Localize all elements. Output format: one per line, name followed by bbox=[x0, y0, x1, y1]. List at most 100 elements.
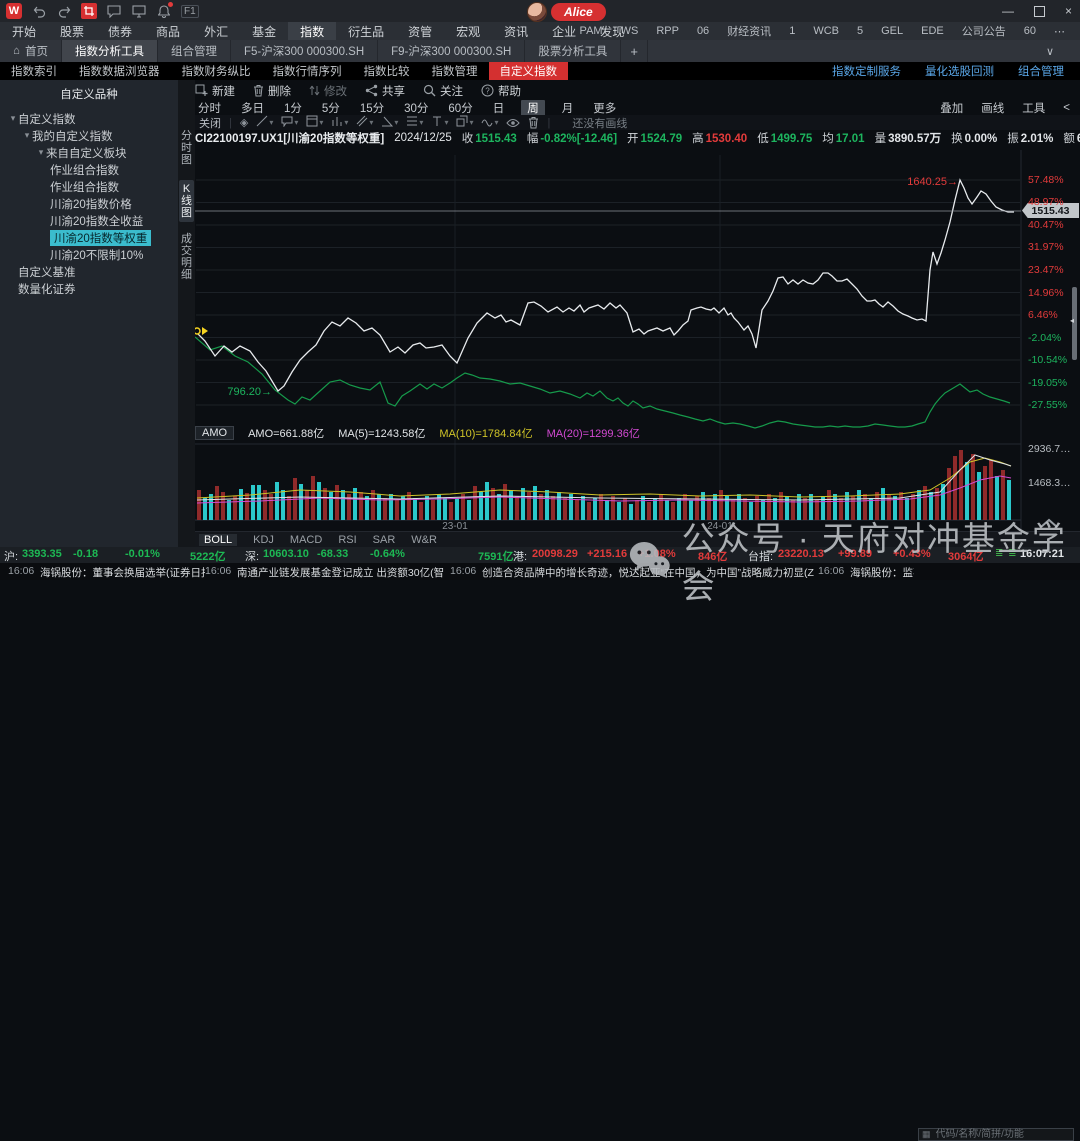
tree-expand-icon[interactable]: ▾ bbox=[22, 130, 32, 141]
timeframe-button[interactable]: 日 bbox=[490, 100, 508, 116]
tree-item[interactable]: 自定义基准 bbox=[0, 263, 178, 280]
ticker-item[interactable]: 创造合资品牌中的增长奇迹，悦达起亚“在中国，为中国”战略威力初显(ZAKER) bbox=[482, 565, 814, 580]
menu-right-item[interactable]: ⋯ bbox=[1045, 25, 1074, 38]
add-tab-button[interactable]: + bbox=[621, 40, 648, 62]
tree-item[interactable]: 作业组合指数 bbox=[0, 161, 178, 178]
chat-icon[interactable] bbox=[106, 3, 122, 19]
timeframe-button[interactable]: 更多 bbox=[590, 100, 619, 116]
menu-right-item[interactable]: 5 bbox=[848, 25, 872, 37]
tree-expand-icon[interactable]: ▾ bbox=[8, 113, 18, 124]
tree-item[interactable]: 数量化证券 bbox=[0, 280, 178, 297]
marker-tool-icon[interactable]: ◈ bbox=[240, 116, 248, 129]
text-tool-button[interactable]: ▾ bbox=[431, 115, 448, 130]
trend-line-tool-button[interactable]: ▾ bbox=[256, 115, 273, 130]
ticker-item[interactable]: 南通产业链发展基金登记成立 出资额30亿(智通财经) bbox=[237, 565, 444, 580]
maximize-button[interactable] bbox=[1034, 6, 1045, 17]
timeframe-button[interactable]: 15分 bbox=[357, 100, 387, 116]
search-input[interactable] bbox=[934, 1128, 1070, 1141]
trash-icon[interactable] bbox=[528, 116, 539, 129]
overlay-control-button[interactable]: 画线 bbox=[981, 100, 1004, 116]
subtab[interactable]: 指数数据浏览器 bbox=[68, 62, 171, 80]
parallel-tool-button[interactable]: ▾ bbox=[356, 115, 373, 130]
help-button[interactable]: ?帮助 bbox=[481, 83, 521, 99]
angle-tool-button[interactable]: ▾ bbox=[381, 115, 398, 130]
menu-item[interactable]: 宏观 bbox=[444, 22, 492, 40]
subtab[interactable]: 指数比较 bbox=[353, 62, 421, 80]
menu-right-item[interactable]: PAM bbox=[571, 25, 612, 37]
f1-help-icon[interactable]: F1 bbox=[181, 5, 199, 18]
indicator-tab[interactable]: RSI bbox=[338, 534, 356, 546]
user-button[interactable]: Alice bbox=[551, 3, 606, 21]
indicator-tab[interactable]: KDJ bbox=[253, 534, 274, 546]
menu-item[interactable]: 外汇 bbox=[192, 22, 240, 40]
share-button[interactable]: 共享 bbox=[365, 83, 405, 99]
wave-tool-button[interactable]: ▾ bbox=[481, 115, 498, 130]
subtab[interactable]: 指数管理 bbox=[421, 62, 489, 80]
timeframe-button[interactable]: 多日 bbox=[238, 100, 267, 116]
menu-item[interactable]: 资讯 bbox=[492, 22, 540, 40]
subtab-link[interactable]: 量化选股回测 bbox=[925, 63, 994, 79]
undo-icon[interactable] bbox=[31, 3, 47, 19]
callout-tool-button[interactable]: ▾ bbox=[281, 115, 298, 130]
menu-right-item[interactable]: WS bbox=[612, 25, 648, 37]
workspace-tab[interactable]: F9-沪深300 000300.SH bbox=[378, 40, 525, 62]
notification-bell-icon[interactable] bbox=[156, 3, 172, 19]
tree-item[interactable]: 川渝20指数价格 bbox=[0, 195, 178, 212]
ticker-item[interactable]: 海锅股份：董事会换届选举(证券日报网) bbox=[40, 565, 205, 580]
ticker-item[interactable]: 海锅股份：监事会… bbox=[850, 565, 914, 580]
pane-tab[interactable]: K 线 图 bbox=[179, 180, 194, 222]
pane-tab[interactable]: 成 交 明 细 bbox=[179, 230, 194, 284]
subtab[interactable]: 自定义指数 bbox=[489, 62, 569, 80]
monitor-icon[interactable] bbox=[131, 3, 147, 19]
price-chart[interactable]: 23-0124-011640.25→796.20→ bbox=[195, 150, 1022, 532]
indicator-tab[interactable]: BOLL bbox=[199, 534, 237, 546]
redo-icon[interactable] bbox=[56, 3, 72, 19]
menu-right-item[interactable]: 财经资讯 bbox=[718, 23, 780, 39]
subtab[interactable]: 指数财务纵比 bbox=[171, 62, 262, 80]
menu-item[interactable]: 衍生品 bbox=[336, 22, 396, 40]
minimize-button[interactable]: — bbox=[1002, 4, 1014, 18]
tree-item[interactable]: 作业组合指数 bbox=[0, 178, 178, 195]
subtab-link[interactable]: 组合管理 bbox=[1018, 63, 1064, 79]
close-button[interactable]: × bbox=[1065, 4, 1072, 18]
menu-item[interactable]: 开始 bbox=[0, 22, 48, 40]
quick-search-box[interactable]: ▦ bbox=[918, 1128, 1074, 1141]
workspace-tab[interactable]: 组合管理 bbox=[158, 40, 231, 62]
search-button[interactable]: 关注 bbox=[423, 83, 463, 99]
scrollbar-arrow-icon[interactable]: ◂ bbox=[1070, 316, 1074, 325]
menu-right-item[interactable]: 60 bbox=[1015, 25, 1045, 37]
pane-tab[interactable]: 分 时 图 bbox=[179, 127, 194, 169]
menu-item[interactable]: 股票 bbox=[48, 22, 96, 40]
timeframe-button[interactable]: 月 bbox=[559, 100, 577, 116]
tree-item[interactable]: ▾来自自定义板块 bbox=[0, 144, 178, 161]
shapes-tool-button[interactable]: ▾ bbox=[456, 115, 473, 130]
menu-item[interactable]: 商品 bbox=[144, 22, 192, 40]
workspace-tab[interactable]: 股票分析工具 bbox=[525, 40, 621, 62]
menu-item[interactable]: 指数 bbox=[288, 22, 336, 40]
menu-right-item[interactable]: 公司公告 bbox=[953, 23, 1015, 39]
eye-icon[interactable] bbox=[506, 118, 520, 128]
new-button[interactable]: 新建 bbox=[195, 83, 235, 99]
menu-right-item[interactable]: WCB bbox=[804, 25, 848, 37]
overlay-control-button[interactable]: 工具 bbox=[1022, 100, 1045, 116]
menu-right-item[interactable]: 06 bbox=[688, 25, 718, 37]
menu-right-item[interactable]: RPP bbox=[647, 25, 688, 37]
indicator-tab[interactable]: SAR bbox=[373, 534, 396, 546]
subtab-link[interactable]: 指数定制服务 bbox=[832, 63, 901, 79]
workspace-tab[interactable]: F5-沪深300 000300.SH bbox=[231, 40, 378, 62]
timeframe-button[interactable]: 周 bbox=[521, 100, 545, 116]
avatar[interactable] bbox=[527, 2, 547, 22]
menu-item[interactable]: 债券 bbox=[96, 22, 144, 40]
tree-item[interactable]: 川渝20不限制10% bbox=[0, 246, 178, 263]
workspace-tab[interactable]: ⌂首页 bbox=[0, 40, 62, 62]
frame-tool-button[interactable]: ▾ bbox=[306, 115, 323, 130]
indicator-tab[interactable]: MACD bbox=[290, 534, 322, 546]
tabbar-chevron-down-icon[interactable]: ∨ bbox=[1046, 40, 1054, 62]
timeframe-button[interactable]: 30分 bbox=[401, 100, 431, 116]
amo-label[interactable]: AMO bbox=[195, 426, 234, 440]
close-drawing-button[interactable]: 关闭 bbox=[199, 115, 221, 131]
menu-item[interactable]: 资管 bbox=[396, 22, 444, 40]
columns-tool-button[interactable]: ▾ bbox=[331, 115, 348, 130]
tree-item[interactable]: ▾我的自定义指数 bbox=[0, 127, 178, 144]
tree-item[interactable]: 川渝20指数等权重 bbox=[0, 229, 178, 246]
